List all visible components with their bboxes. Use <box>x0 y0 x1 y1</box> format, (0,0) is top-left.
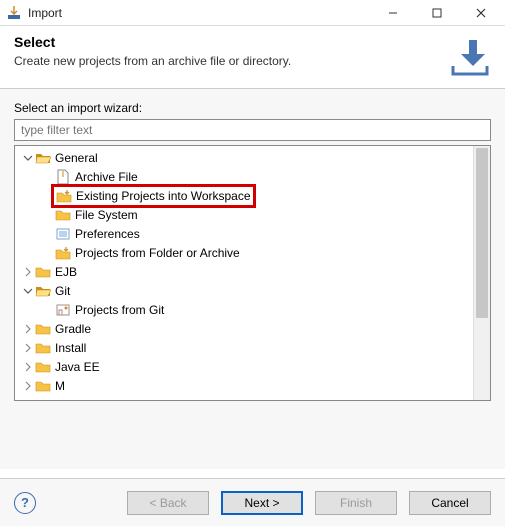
help-button[interactable]: ? <box>14 492 36 514</box>
tree-label: Projects from Git <box>75 303 164 317</box>
header-title: Select <box>14 34 439 50</box>
folder-icon <box>35 321 51 337</box>
folder-icon <box>35 359 51 375</box>
tree-node-ejb[interactable]: EJB <box>15 262 473 281</box>
tree-label: Gradle <box>55 322 91 336</box>
tree-node-projects-from-git[interactable]: Projects from Git <box>15 300 473 319</box>
tree-node-javaee[interactable]: Java EE <box>15 357 473 376</box>
folder-open-icon <box>35 150 51 166</box>
tree-node-install[interactable]: Install <box>15 338 473 357</box>
wizard-select-label: Select an import wizard: <box>14 101 491 115</box>
chevron-right-icon[interactable] <box>21 265 35 279</box>
tree-label: Existing Projects into Workspace <box>76 189 251 203</box>
scrollbar[interactable] <box>473 146 490 400</box>
dialog-header: Select Create new projects from an archi… <box>0 26 505 89</box>
button-bar: ? < Back Next > Finish Cancel <box>0 478 505 526</box>
archive-file-icon <box>55 169 71 185</box>
tree-label: Git <box>55 284 70 298</box>
tree-node-git[interactable]: Git <box>15 281 473 300</box>
header-subtitle: Create new projects from an archive file… <box>14 54 439 68</box>
folder-open-icon <box>35 283 51 299</box>
close-button[interactable] <box>459 0 503 26</box>
scrollbar-thumb[interactable] <box>476 148 488 318</box>
tree-node-file-system[interactable]: File System <box>15 205 473 224</box>
window-title: Import <box>28 6 371 20</box>
next-button[interactable]: Next > <box>221 491 303 515</box>
tree-label: EJB <box>55 265 77 279</box>
tree-label: Preferences <box>75 227 140 241</box>
cancel-button[interactable]: Cancel <box>409 491 491 515</box>
tree-node-preferences[interactable]: Preferences <box>15 224 473 243</box>
selection-highlight: Existing Projects into Workspace <box>51 184 256 208</box>
folder-icon <box>35 340 51 356</box>
tree-label: M <box>55 379 65 393</box>
tree-label: Archive File <box>75 170 138 184</box>
maximize-button[interactable] <box>415 0 459 26</box>
tree-label: Java EE <box>55 360 100 374</box>
tree-node-truncated[interactable]: M <box>15 376 473 395</box>
tree-node-gradle[interactable]: Gradle <box>15 319 473 338</box>
dialog-body: Select an import wizard: General Archive… <box>0 89 505 469</box>
chevron-right-icon[interactable] <box>21 379 35 393</box>
wizard-tree[interactable]: General Archive File Existing Projects i… <box>15 146 473 400</box>
preferences-icon <box>55 226 71 242</box>
filter-text-input[interactable] <box>14 119 491 141</box>
tree-label: General <box>55 151 98 165</box>
tree-label: File System <box>75 208 138 222</box>
git-repo-icon <box>55 302 71 318</box>
chevron-right-icon[interactable] <box>21 341 35 355</box>
finish-button: Finish <box>315 491 397 515</box>
chevron-down-icon[interactable] <box>21 151 35 165</box>
folder-icon <box>35 264 51 280</box>
window-buttons <box>371 0 503 26</box>
folder-icon <box>55 207 71 223</box>
tree-label: Install <box>55 341 86 355</box>
chevron-right-icon[interactable] <box>21 322 35 336</box>
minimize-button[interactable] <box>371 0 415 26</box>
folder-icon <box>35 378 51 394</box>
tree-node-projects-from-folder[interactable]: Projects from Folder or Archive <box>15 243 473 262</box>
tree-node-existing-projects[interactable]: Existing Projects into Workspace <box>15 186 473 205</box>
import-banner-icon <box>447 34 491 78</box>
titlebar: Import <box>0 0 505 26</box>
import-folder-icon <box>55 245 71 261</box>
import-project-icon <box>56 188 72 204</box>
chevron-right-icon[interactable] <box>21 360 35 374</box>
import-app-icon <box>6 5 22 21</box>
wizard-tree-container: General Archive File Existing Projects i… <box>14 145 491 401</box>
tree-label: Projects from Folder or Archive <box>75 246 240 260</box>
tree-node-general[interactable]: General <box>15 148 473 167</box>
chevron-down-icon[interactable] <box>21 284 35 298</box>
back-button: < Back <box>127 491 209 515</box>
